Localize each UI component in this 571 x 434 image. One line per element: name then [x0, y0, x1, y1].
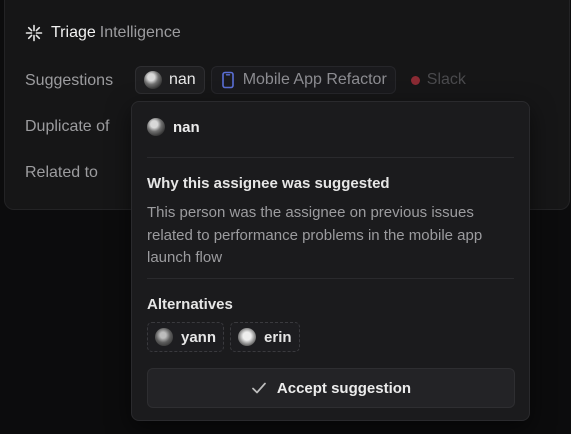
alternative-name: yann: [181, 328, 217, 346]
related-to-label: Related to: [25, 164, 98, 181]
phone-icon: [220, 71, 236, 89]
avatar: [238, 328, 257, 346]
assignee-suggestion-name: nan: [169, 71, 196, 88]
suggestion-chips: nan Mobile App Refactor Slack: [135, 66, 475, 94]
triage-title-rest: Intelligence: [99, 24, 181, 41]
avatar: [147, 118, 165, 136]
accept-suggestion-label: Accept suggestion: [276, 379, 412, 397]
divider: [147, 278, 514, 279]
popover-assignee-name: nan: [173, 118, 200, 136]
duplicate-of-label: Duplicate of: [25, 118, 110, 135]
divider: [147, 157, 514, 158]
sparkle-icon: [25, 24, 43, 42]
assignee-suggestion-popover: nan Why this assignee was suggested This…: [131, 101, 530, 421]
avatar: [144, 71, 162, 89]
alternatives-title: Alternatives: [147, 296, 233, 313]
check-icon: [251, 380, 267, 396]
slack-dot-icon: [410, 75, 420, 85]
triage-title: Triage: [51, 24, 96, 41]
alternatives-list: yann erin: [147, 322, 300, 352]
alternative-name: erin: [264, 328, 292, 346]
channel-suggestion-chip[interactable]: Slack: [402, 66, 475, 94]
avatar: [155, 328, 173, 346]
alternative-assignee-erin[interactable]: erin: [230, 322, 300, 352]
project-suggestion-chip[interactable]: Mobile App Refactor: [210, 66, 396, 94]
channel-suggestion-name: Slack: [426, 71, 466, 88]
triage-header: Triage Intelligence: [25, 24, 181, 42]
alternative-assignee-yann[interactable]: yann: [147, 322, 225, 352]
why-description: This person was the assignee on previous…: [147, 204, 483, 266]
popover-assignee: nan: [147, 118, 200, 136]
why-title: Why this assignee was suggested: [147, 175, 390, 192]
suggestions-label: Suggestions: [25, 72, 114, 89]
project-suggestion-name: Mobile App Refactor: [242, 71, 387, 88]
accept-suggestion-button[interactable]: Accept suggestion: [147, 368, 515, 408]
assignee-suggestion-chip[interactable]: nan: [135, 66, 205, 94]
